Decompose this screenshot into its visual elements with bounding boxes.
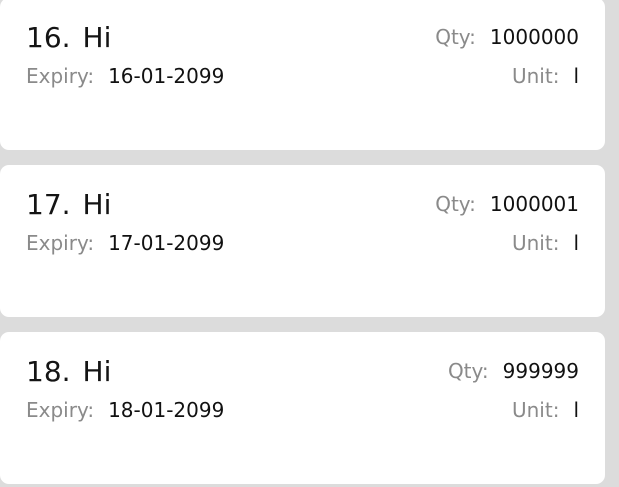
unit-label: Unit: bbox=[511, 231, 560, 255]
unit-label: Unit: bbox=[511, 398, 560, 422]
unit-value: l bbox=[573, 398, 579, 422]
expiry-label: Expiry: bbox=[26, 231, 95, 255]
unit-label: Unit: bbox=[511, 64, 560, 88]
unit-row: Unit: l bbox=[512, 397, 579, 423]
quantity-value: 999999 bbox=[502, 359, 579, 383]
expiry-value: 17-01-2099 bbox=[108, 231, 225, 255]
expiry-row: Expiry: 16-01-2099 bbox=[26, 63, 224, 89]
quantity-label: Qty: bbox=[435, 25, 476, 49]
unit-value: l bbox=[573, 231, 579, 255]
item-title: 18. Hi bbox=[26, 355, 111, 389]
expiry-row: Expiry: 18-01-2099 bbox=[26, 397, 224, 423]
quantity-row: Qty: 1000001 bbox=[435, 191, 579, 217]
expiry-value: 18-01-2099 bbox=[108, 398, 225, 422]
quantity-row: Qty: 1000000 bbox=[435, 24, 579, 50]
item-name: Hi bbox=[82, 21, 112, 54]
item-index: 18. bbox=[26, 355, 71, 388]
item-list: 16. Hi Qty: 1000000 Expiry: 16-01-2099 Unit… bbox=[0, 0, 619, 487]
item-title: 17. Hi bbox=[26, 188, 111, 222]
item-card[interactable]: 17. Hi Qty: 1000001 Expiry: 17-01-2099 Unit… bbox=[0, 165, 605, 317]
quantity-label: Qty: bbox=[447, 359, 489, 383]
item-name: Hi bbox=[82, 355, 112, 388]
unit-row: Unit: l bbox=[512, 230, 579, 256]
quantity-value: 1000001 bbox=[489, 192, 579, 216]
item-name: Hi bbox=[82, 188, 112, 221]
expiry-label: Expiry: bbox=[26, 398, 95, 422]
item-index: 16. bbox=[26, 21, 71, 54]
unit-row: Unit: l bbox=[512, 63, 579, 89]
expiry-value: 16-01-2099 bbox=[108, 64, 225, 88]
quantity-row: Qty: 999999 bbox=[448, 358, 579, 384]
item-title: 16. Hi bbox=[26, 21, 111, 55]
quantity-label: Qty: bbox=[435, 192, 476, 216]
expiry-label: Expiry: bbox=[26, 64, 95, 88]
item-card[interactable]: 16. Hi Qty: 1000000 Expiry: 16-01-2099 Unit… bbox=[0, 0, 605, 150]
quantity-value: 1000000 bbox=[489, 25, 579, 49]
expiry-row: Expiry: 17-01-2099 bbox=[26, 230, 224, 256]
unit-value: l bbox=[573, 64, 579, 88]
item-index: 17. bbox=[26, 188, 71, 221]
item-card[interactable]: 18. Hi Qty: 999999 Expiry: 18-01-2099 Unit:… bbox=[0, 332, 605, 484]
